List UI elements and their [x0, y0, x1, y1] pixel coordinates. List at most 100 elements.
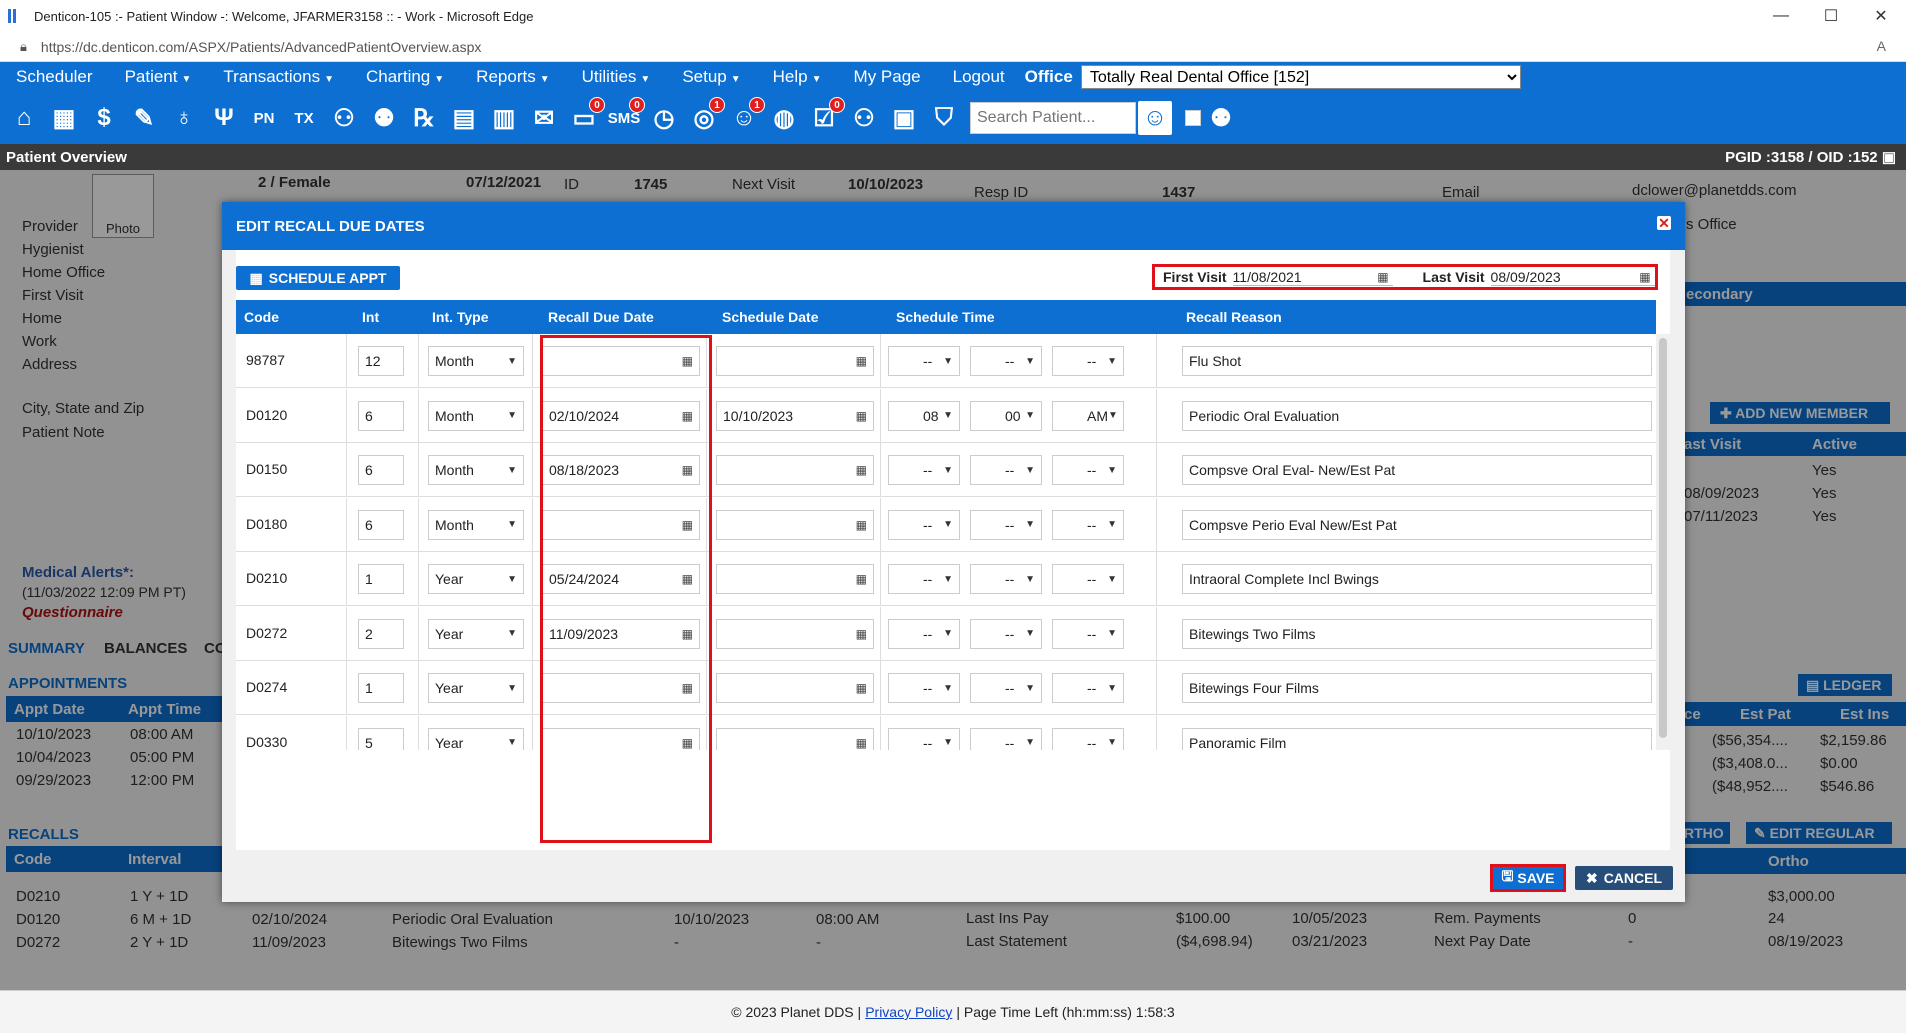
hour-select[interactable]: -- ▼ — [888, 618, 960, 649]
ampm-select[interactable]: -- ▼ — [1052, 509, 1124, 540]
message-icon[interactable]: ▭ 0 — [567, 97, 605, 137]
maximize-icon[interactable]: ☐ — [1806, 0, 1856, 32]
menu-logout[interactable]: Logout — [937, 67, 1021, 87]
recall-due-date-input[interactable]: 05/24/2024 ▦ — [542, 564, 700, 594]
recall-reason-input[interactable]: Panoramic Film — [1182, 727, 1652, 750]
calendar-icon[interactable]: ▦ — [682, 354, 693, 368]
calendar-icon[interactable]: ▦ — [856, 627, 867, 641]
recall-reason-input[interactable]: Periodic Oral Evaluation — [1182, 400, 1652, 431]
recall-due-date-input[interactable]: 02/10/2024 ▦ — [542, 400, 700, 431]
ampm-select[interactable]: -- ▼ — [1052, 673, 1124, 703]
menu-scheduler[interactable]: Scheduler — [0, 67, 109, 87]
recall-reason-input[interactable]: Intraoral Complete Incl Bwings — [1182, 564, 1652, 594]
recall-reason-input[interactable]: Bitewings Four Films — [1182, 673, 1652, 703]
hour-select[interactable]: 08 ▼ — [888, 400, 960, 431]
schedule-date-input[interactable]: ▦ — [716, 455, 874, 485]
menu-my-page[interactable]: My Page — [838, 67, 937, 87]
interval-type-select[interactable]: Month ▼ — [428, 455, 524, 485]
menu-reports[interactable]: Reports ▼ — [460, 67, 565, 87]
print-icon[interactable]: ▣ — [1882, 149, 1896, 166]
interval-type-select[interactable]: Year ▼ — [428, 618, 524, 649]
mail-icon[interactable]: ✉ — [527, 99, 561, 137]
dollar-icon[interactable]: $ — [87, 99, 121, 137]
calendar-icon[interactable]: ▦ — [47, 99, 81, 137]
interval-input[interactable]: 6 — [358, 400, 404, 431]
ampm-select[interactable]: AM ▼ — [1052, 400, 1124, 431]
hour-select[interactable]: -- ▼ — [888, 346, 960, 376]
home-icon[interactable]: ⌂ — [7, 99, 41, 137]
schedule-appt-button[interactable]: ▦ SCHEDULE APPT — [236, 266, 400, 290]
shield-icon[interactable]: ⛉ — [927, 99, 961, 137]
interval-input[interactable]: 1 — [358, 564, 404, 594]
address-bar[interactable]: 🔒︎ https://dc.denticon.com/ASPX/Patients… — [0, 32, 1906, 62]
family-icon[interactable]: ⚇ — [847, 99, 881, 137]
minimize-icon[interactable]: — — [1756, 0, 1806, 32]
search-option-checkbox[interactable] — [1185, 110, 1201, 126]
recall-due-date-input[interactable]: 11/09/2023 ▦ — [542, 618, 700, 649]
interval-input[interactable]: 6 — [358, 509, 404, 540]
tooth-icon[interactable]: ♁ — [167, 99, 201, 137]
ampm-select[interactable]: -- ▼ — [1052, 346, 1124, 376]
hour-select[interactable]: -- ▼ — [888, 727, 960, 750]
last-visit-field[interactable]: 08/09/2023 ▦ — [1490, 268, 1655, 286]
minute-select[interactable]: -- ▼ — [970, 564, 1042, 594]
menu-utilities[interactable]: Utilities ▼ — [566, 67, 667, 87]
schedule-date-input[interactable]: ▦ — [716, 727, 874, 750]
pn-icon[interactable]: PN — [247, 99, 281, 137]
calendar-icon[interactable]: ▦ — [682, 518, 693, 532]
minute-select[interactable]: -- ▼ — [970, 727, 1042, 750]
add-family-icon[interactable]: ⚉ — [367, 99, 401, 137]
interval-type-select[interactable]: Year ▼ — [428, 727, 524, 750]
close-window-icon[interactable]: ✕ — [1856, 0, 1906, 32]
rx-icon[interactable]: ℞ — [407, 99, 441, 137]
interval-input[interactable]: 12 — [358, 346, 404, 376]
hour-select[interactable]: -- ▼ — [888, 564, 960, 594]
menu-setup[interactable]: Setup ▼ — [666, 67, 756, 87]
ampm-select[interactable]: -- ▼ — [1052, 564, 1124, 594]
schedule-date-input[interactable]: ▦ — [716, 346, 874, 376]
printer-icon[interactable]: ▣ — [887, 99, 921, 137]
recall-due-date-input[interactable]: ▦ — [542, 673, 700, 703]
read-aloud-icon[interactable]: A — [1877, 38, 1886, 54]
schedule-date-input[interactable]: 10/10/2023 ▦ — [716, 400, 874, 431]
menu-charting[interactable]: Charting ▼ — [350, 67, 460, 87]
hour-select[interactable]: -- ▼ — [888, 673, 960, 703]
minute-select[interactable]: -- ▼ — [970, 509, 1042, 540]
save-button[interactable]: 🖫︎ SAVE — [1490, 864, 1566, 892]
close-dialog-icon[interactable]: ✕ — [1657, 216, 1671, 230]
forms-icon[interactable]: ☑ 0 — [807, 97, 845, 137]
patient-search-icon[interactable]: ☺ — [1138, 101, 1172, 135]
schedule-date-input[interactable]: ▦ — [716, 509, 874, 540]
calendar-icon[interactable]: ▦ — [856, 409, 867, 423]
ampm-select[interactable]: -- ▼ — [1052, 455, 1124, 485]
perio-icon[interactable]: Ψ — [207, 99, 241, 137]
cancel-button[interactable]: ✖ CANCEL — [1575, 866, 1673, 890]
ampm-select[interactable]: -- ▼ — [1052, 618, 1124, 649]
hour-select[interactable]: -- ▼ — [888, 509, 960, 540]
schedule-date-input[interactable]: ▦ — [716, 618, 874, 649]
menu-help[interactable]: Help ▼ — [757, 67, 838, 87]
calendar-icon[interactable]: ▦ — [856, 463, 867, 477]
url-text[interactable]: https://dc.denticon.com/ASPX/Patients/Ad… — [41, 39, 481, 55]
recall-reason-input[interactable]: Flu Shot — [1182, 346, 1652, 376]
interval-type-select[interactable]: Year ▼ — [428, 673, 524, 703]
document-icon[interactable]: ▤ — [447, 99, 481, 137]
scanner-icon[interactable]: ▥ — [487, 99, 521, 137]
hour-select[interactable]: -- ▼ — [888, 455, 960, 485]
calendar-icon[interactable]: ▦ — [856, 354, 867, 368]
menu-transactions[interactable]: Transactions ▼ — [207, 67, 350, 87]
first-visit-field[interactable]: 11/08/2021 ▦ — [1232, 268, 1393, 286]
interval-type-select[interactable]: Year ▼ — [428, 564, 524, 594]
interval-input[interactable]: 1 — [358, 673, 404, 703]
calendar-icon[interactable]: ▦ — [1377, 270, 1388, 284]
calendar-icon[interactable]: ▦ — [856, 736, 867, 750]
schedule-date-input[interactable]: ▦ — [716, 564, 874, 594]
table-scrollbar[interactable] — [1656, 334, 1670, 750]
web-alert-icon[interactable]: ◎ 1 — [687, 97, 725, 137]
menu-patient[interactable]: Patient ▼ — [109, 67, 208, 87]
recall-due-date-input[interactable]: ▦ — [542, 509, 700, 540]
recall-reason-input[interactable]: Compsve Perio Eval New/Est Pat — [1182, 509, 1652, 540]
office-select[interactable]: Totally Real Dental Office [152] — [1080, 65, 1521, 89]
ampm-select[interactable]: -- ▼ — [1052, 727, 1124, 750]
interval-input[interactable]: 2 — [358, 618, 404, 649]
